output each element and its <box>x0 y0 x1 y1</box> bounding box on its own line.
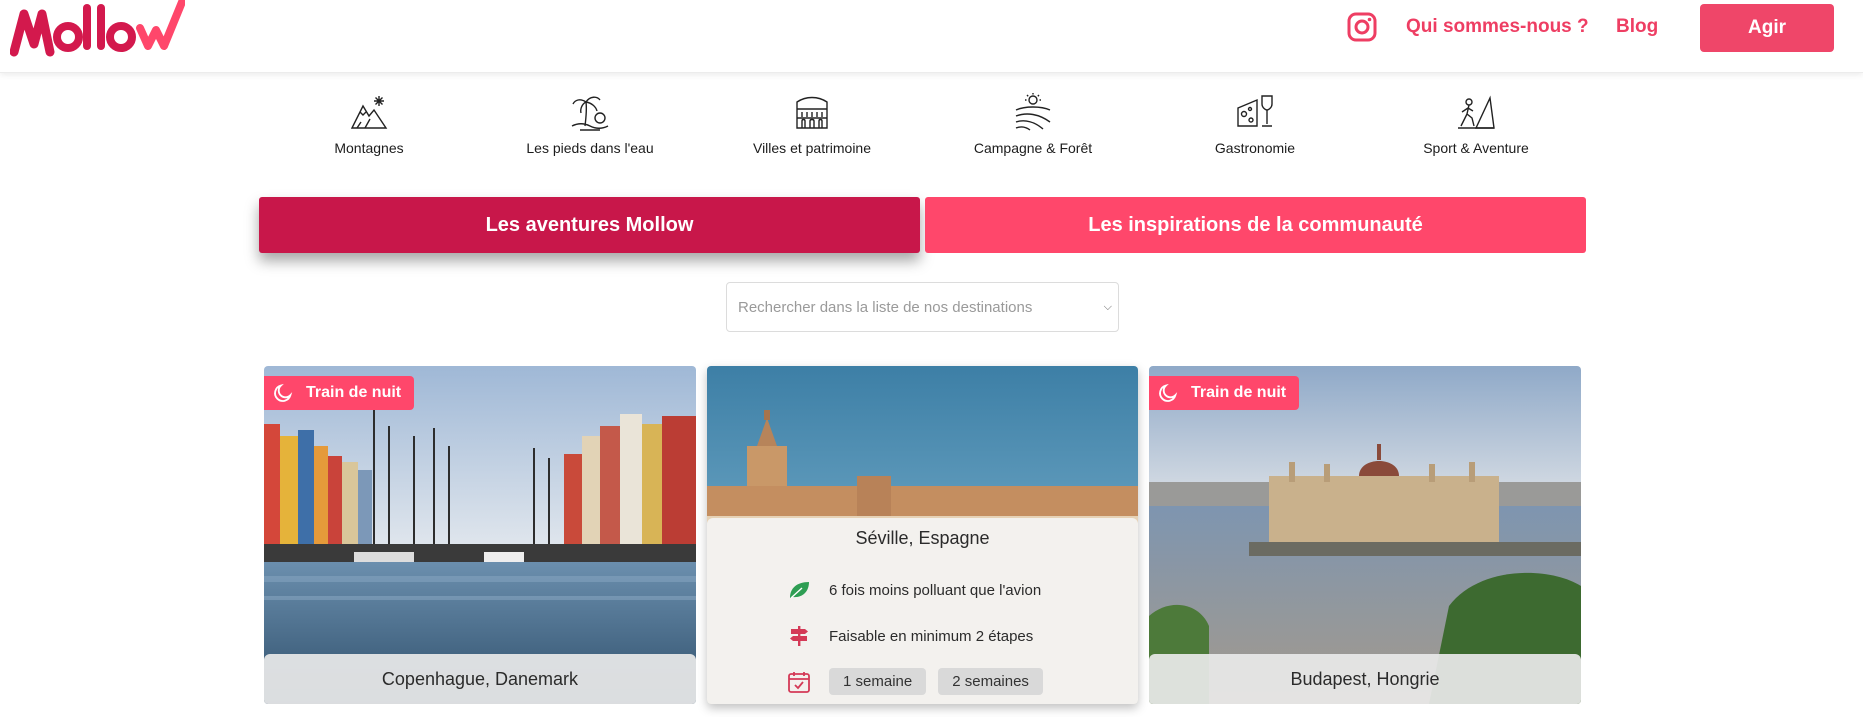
eco-text: 6 fois moins polluant que l'avion <box>829 581 1042 599</box>
mountain-icon <box>350 96 388 129</box>
destination-card-budapest[interactable]: Train de nuit Budapest, Hongrie <box>1149 366 1581 704</box>
category-sport-aventure[interactable]: Sport & Aventure <box>1376 92 1576 156</box>
search-placeholder: Rechercher dans la liste de nos destinat… <box>738 298 1033 316</box>
duration-chip[interactable]: 2 semaines <box>938 668 1043 695</box>
nav-blog-link[interactable]: Blog <box>1616 16 1658 38</box>
palm-beach-icon <box>571 96 609 131</box>
chevron-down-icon: ⌵ <box>1103 301 1112 313</box>
card-title: Copenhague, Danemark <box>264 654 696 704</box>
category-label: Les pieds dans l'eau <box>526 140 654 156</box>
leaf-icon <box>790 582 809 599</box>
destination-card-copenhague[interactable]: Train de nuit Copenhague, Danemark <box>264 366 696 704</box>
duration-row: 1 semaine 2 semaines <box>787 668 1055 695</box>
train-de-nuit-badge: Train de nuit <box>264 376 415 410</box>
category-label: Montagnes <box>334 140 404 156</box>
moon-icon <box>1159 383 1178 402</box>
countryside-icon <box>1015 93 1051 131</box>
instagram-icon[interactable] <box>1347 12 1377 42</box>
category-label: Gastronomie <box>1214 140 1296 156</box>
duration-chip[interactable]: 1 semaine <box>829 668 927 695</box>
card-title: Budapest, Hongrie <box>1149 654 1581 704</box>
category-label: Campagne & Forêt <box>973 140 1093 156</box>
destination-card-seville[interactable]: Séville, Espagne 6 fois moins polluant q… <box>707 366 1138 704</box>
seville-info-panel: Séville, Espagne 6 fois moins polluant q… <box>707 518 1138 704</box>
tab-inspirations-communaute[interactable]: Les inspirations de la communauté <box>925 197 1586 253</box>
agir-button[interactable]: Agir <box>1700 4 1834 52</box>
cheese-wine-icon <box>1237 95 1273 127</box>
signpost-icon <box>790 626 808 646</box>
category-pieds-dans-leau[interactable]: Les pieds dans l'eau <box>490 92 690 156</box>
category-montagnes[interactable]: Montagnes <box>269 92 469 156</box>
category-label: Sport & Aventure <box>1423 140 1529 156</box>
steps-text: Faisable en minimum 2 étapes <box>829 627 1034 645</box>
category-gastronomie[interactable]: Gastronomie <box>1155 92 1355 156</box>
tab-aventures-mollow[interactable]: Les aventures Mollow <box>259 197 920 253</box>
category-campagne-foret[interactable]: Campagne & Forêt <box>933 92 1133 156</box>
category-label: Villes et patrimoine <box>752 140 872 156</box>
moon-icon <box>274 383 293 402</box>
train-de-nuit-badge: Train de nuit <box>1149 376 1300 410</box>
badge-label: Train de nuit <box>1191 384 1287 401</box>
nav-about-link[interactable]: Qui sommes-nous ? <box>1406 16 1589 38</box>
mollow-logo[interactable] <box>10 0 185 58</box>
colosseum-icon <box>796 96 828 129</box>
hiker-icon <box>1458 95 1495 129</box>
destination-search-select[interactable]: Rechercher dans la liste de nos destinat… <box>726 282 1119 332</box>
badge-label: Train de nuit <box>306 384 402 401</box>
category-villes-patrimoine[interactable]: Villes et patrimoine <box>712 92 912 156</box>
card-title: Séville, Espagne <box>855 528 990 548</box>
steps-info-row: Faisable en minimum 2 étapes <box>787 624 1033 648</box>
site-header: Qui sommes-nous ? Blog Agir <box>0 0 1863 73</box>
calendar-check-icon <box>788 671 810 693</box>
eco-info-row: 6 fois moins polluant que l'avion <box>787 578 1041 602</box>
